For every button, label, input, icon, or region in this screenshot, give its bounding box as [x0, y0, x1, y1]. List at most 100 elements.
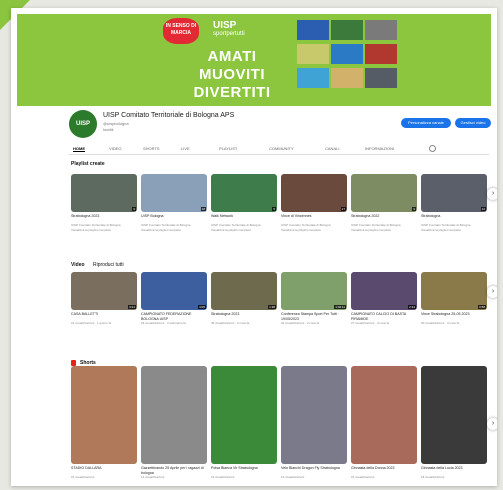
thumbnail[interactable] — [71, 366, 137, 464]
thumbnail[interactable]: 0:58 — [421, 272, 487, 310]
chevron-right-icon[interactable]: › — [487, 286, 497, 298]
card-meta: UISP Comitato Territoriale di Bologna — [281, 223, 331, 227]
playlist-card[interactable]: 17 Vince di Vincennes UISP Comitato Territ… — [281, 174, 347, 236]
thumbnail[interactable]: 6 — [71, 174, 137, 212]
short-card[interactable]: Velo Bianchi Dragon Fly Strabologna 16 vi… — [281, 366, 347, 486]
play-all-link[interactable]: Riproduci tutti — [93, 262, 124, 268]
playlist-card[interactable]: 6 Strabologna 2023 UISP Comitato Territori… — [71, 174, 137, 236]
card-title[interactable]: CAMPIONATO FEDERAZIONE BOLOGNA UISP — [141, 312, 207, 321]
card-title[interactable]: Polsa Bianca Vir Strabologna — [211, 466, 277, 471]
thumbnail[interactable]: 5 — [211, 174, 277, 212]
thumbnail[interactable] — [141, 366, 207, 464]
playlist-card[interactable]: 5 Walk Network UISP Comitato Territoriale … — [211, 174, 277, 236]
tab-video[interactable]: VIDEO — [109, 146, 121, 151]
card-title[interactable]: Vince di Vincennes — [281, 214, 347, 219]
section-title-videos: Video — [71, 262, 85, 268]
banner-photo — [331, 44, 363, 64]
duration-badge: 2:44 — [408, 305, 416, 309]
card-title[interactable]: Strabologna 2023 — [71, 214, 137, 219]
thumbnail[interactable]: 12 — [421, 174, 487, 212]
channel-tabs: HOME VIDEO SHORTS LIVE PLAYLIST COMMUNIT… — [69, 144, 489, 155]
card-title[interactable]: UISP Bologna — [141, 214, 207, 219]
search-icon[interactable] — [429, 145, 436, 152]
playlist-card[interactable]: 9 Strabologna 2022 UISP Comitato Territori… — [351, 174, 417, 236]
card-meta-link[interactable]: Visualizza la playlist completa — [351, 228, 417, 232]
card-title[interactable]: Conferenza Stampa Sport Per Tutti · 19/0… — [281, 312, 347, 321]
card-meta-link[interactable]: Visualizza la playlist completa — [211, 228, 277, 232]
card-meta-link[interactable]: Visualizza la playlist completa — [71, 228, 137, 232]
banner-photo — [365, 44, 397, 64]
card-meta: UISP Comitato Territoriale di Bologna — [211, 223, 261, 227]
card-title[interactable]: CAMPIONATO CALCIO DI BASTA PIRAMIDE — [351, 312, 417, 321]
channel-header: UISP UISP Comitato Territoriale di Bolog… — [69, 110, 491, 140]
card-meta-link[interactable]: Visualizza la playlist completa — [421, 228, 487, 232]
youtube-channel-page: IN SENSO DI MARCIA UISP sportpertutti AM… — [11, 8, 497, 486]
chevron-right-icon[interactable]: › — [487, 418, 497, 430]
card-title[interactable]: Ginnasta della Donna 2023 — [351, 466, 417, 471]
card-title[interactable]: Walk Network — [211, 214, 277, 219]
short-card[interactable]: Ginnasta della Lucia 2023 18 visualizzazi… — [421, 366, 487, 486]
banner-photo — [331, 68, 363, 88]
card-title[interactable]: Strabologna 2023 — [211, 312, 277, 317]
playlist-count: 18 — [200, 207, 206, 211]
playlist-count: 12 — [480, 207, 486, 211]
thumbnail[interactable] — [421, 366, 487, 464]
card-title[interactable]: CASA BALLETTI — [71, 312, 137, 317]
banner-photo — [331, 20, 363, 40]
card-meta: 21 visualizzazioni — [71, 475, 95, 479]
video-card[interactable]: 1:02:11 Conferenza Stampa Sport Per Tutti… — [281, 272, 347, 334]
card-meta-link[interactable]: Visualizza la playlist completa — [281, 228, 347, 232]
video-card[interactable]: 3:21 CASA BALLETTI 21 visualizzazioni · 1 … — [71, 272, 137, 334]
short-card[interactable]: STADIO DALLARA 21 visualizzazioni — [71, 366, 137, 486]
banner-photo — [297, 44, 329, 64]
tab-informazioni[interactable]: INFORMAZIONI — [365, 146, 394, 151]
duration-badge: 1:02:11 — [334, 305, 346, 309]
tab-shorts[interactable]: SHORTS — [143, 146, 160, 151]
tab-playlist[interactable]: PLAYLIST — [219, 146, 237, 151]
tab-home[interactable]: HOME — [73, 146, 85, 152]
video-card[interactable]: 2:44 CAMPIONATO CALCIO DI BASTA PIRAMIDE 2… — [351, 272, 417, 334]
video-card[interactable]: 1:38 Strabologna 2023 45 visualizzazioni ·… — [211, 272, 277, 334]
short-card[interactable]: Ginnasta della Donna 2023 21 visualizzazi… — [351, 366, 417, 486]
video-card[interactable]: 0:58 Vince Strabologna 25-05 2023 20 visua… — [421, 272, 487, 334]
thumbnail[interactable]: 17 — [281, 174, 347, 212]
manage-videos-button[interactable]: Gestisci video — [455, 118, 491, 128]
thumbnail[interactable] — [351, 366, 417, 464]
thumbnail[interactable]: 9 — [351, 174, 417, 212]
short-card[interactable]: Gazzettinando 25 Aprile per i ragazzi di… — [141, 366, 207, 486]
banner-photo — [365, 68, 397, 88]
thumbnail[interactable]: 3:21 — [71, 272, 137, 310]
card-title[interactable]: Gazzettinando 25 Aprile per i ragazzi di… — [141, 466, 207, 475]
short-card[interactable]: Polsa Bianca Vir Strabologna 19 visualizz… — [211, 366, 277, 486]
card-title[interactable]: Ginnasta della Lucia 2023 — [421, 466, 487, 471]
tab-canali[interactable]: CANALI — [325, 146, 339, 151]
chevron-right-icon[interactable]: › — [487, 188, 497, 200]
avatar[interactable]: UISP — [69, 110, 97, 138]
card-meta: 20 visualizzazioni · 3 mesi fa — [421, 321, 460, 325]
thumbnail[interactable]: 2:44 — [351, 272, 417, 310]
thumbnail[interactable]: 1:02:11 — [281, 272, 347, 310]
banner-photo — [297, 68, 329, 88]
uisp-logo-sub: sportpertutti — [213, 31, 245, 37]
channel-subs: Iscritti — [103, 127, 114, 132]
thumbnail[interactable]: 1:38 — [211, 272, 277, 310]
card-meta-link[interactable]: Visualizza la playlist completa — [141, 228, 207, 232]
customize-channel-button[interactable]: Personalizza canale — [401, 118, 451, 128]
card-title[interactable]: Strabologna — [421, 214, 487, 219]
playlist-count: 9 — [412, 207, 416, 211]
thumbnail[interactable]: 18 — [141, 174, 207, 212]
uisp-logo: UISP — [213, 20, 237, 31]
card-title[interactable]: Velo Bianchi Dragon Fly Strabologna — [281, 466, 347, 471]
thumbnail[interactable] — [281, 366, 347, 464]
card-title[interactable]: Vince Strabologna 25-05 2023 — [421, 312, 487, 317]
card-title[interactable]: STADIO DALLARA — [71, 466, 137, 471]
playlist-card[interactable]: 12 Strabologna UISP Comitato Territoriale … — [421, 174, 487, 236]
card-title[interactable]: Strabologna 2022 — [351, 214, 417, 219]
thumbnail[interactable]: 4:05 — [141, 272, 207, 310]
thumbnail[interactable] — [211, 366, 277, 464]
playlist-card[interactable]: 18 UISP Bologna UISP Comitato Territoriale… — [141, 174, 207, 236]
banner-photo — [297, 20, 329, 40]
video-card[interactable]: 4:05 CAMPIONATO FEDERAZIONE BOLOGNA UISP 1… — [141, 272, 207, 334]
tab-community[interactable]: COMMUNITY — [269, 146, 294, 151]
tab-live[interactable]: LIVE — [181, 146, 190, 151]
